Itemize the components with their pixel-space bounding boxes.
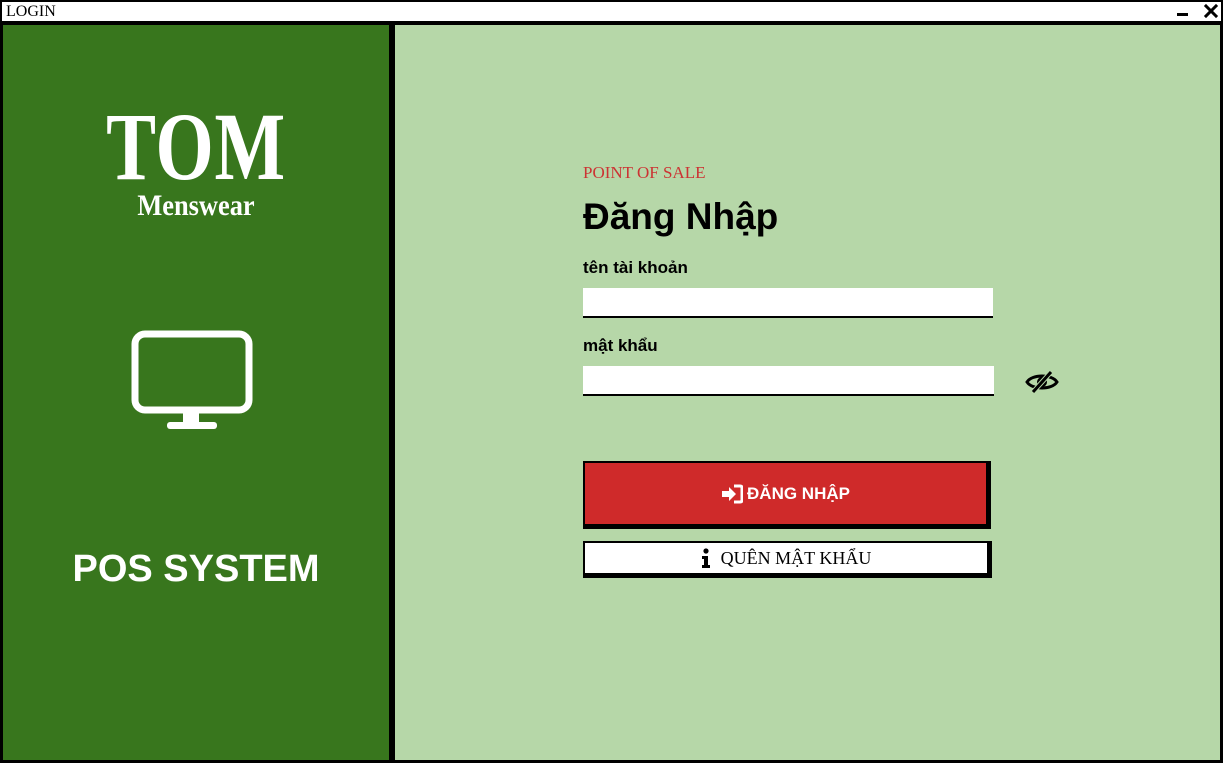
system-label: POS SYSTEM xyxy=(72,548,320,590)
login-window: LOGIN TOM Menswear POS SYSTEM POINT OF S… xyxy=(0,0,1223,763)
monitor-icon xyxy=(131,330,255,434)
login-button[interactable]: ĐĂNG NHẬP xyxy=(583,461,991,529)
username-field[interactable] xyxy=(583,288,993,318)
title-bar: LOGIN xyxy=(2,2,1221,22)
close-icon[interactable] xyxy=(1203,3,1219,19)
eye-slash-icon[interactable] xyxy=(1025,370,1059,394)
username-label: tên tài khoản xyxy=(583,258,688,277)
brand-name: TOM xyxy=(106,93,286,200)
forgot-password-button[interactable]: QUÊN MẬT KHẨU xyxy=(583,541,992,578)
login-panel: POINT OF SALE Đăng Nhập tên tài khoản mậ… xyxy=(395,25,1220,760)
login-button-label: ĐĂNG NHẬP xyxy=(747,483,850,503)
page-title: Đăng Nhập xyxy=(583,196,779,237)
window-title: LOGIN xyxy=(6,3,56,20)
info-icon xyxy=(701,548,711,568)
brand-subtitle: Menswear xyxy=(137,189,255,222)
forgot-button-label: QUÊN MẬT KHẨU xyxy=(720,547,872,568)
sign-in-icon xyxy=(721,484,744,504)
eyebrow-label: POINT OF SALE xyxy=(583,163,706,182)
minimize-icon[interactable] xyxy=(1175,3,1191,19)
password-field[interactable] xyxy=(583,366,994,396)
password-label: mật khẩu xyxy=(583,336,658,355)
brand-logo: TOM Menswear xyxy=(3,93,389,222)
brand-panel: TOM Menswear POS SYSTEM xyxy=(3,25,389,760)
